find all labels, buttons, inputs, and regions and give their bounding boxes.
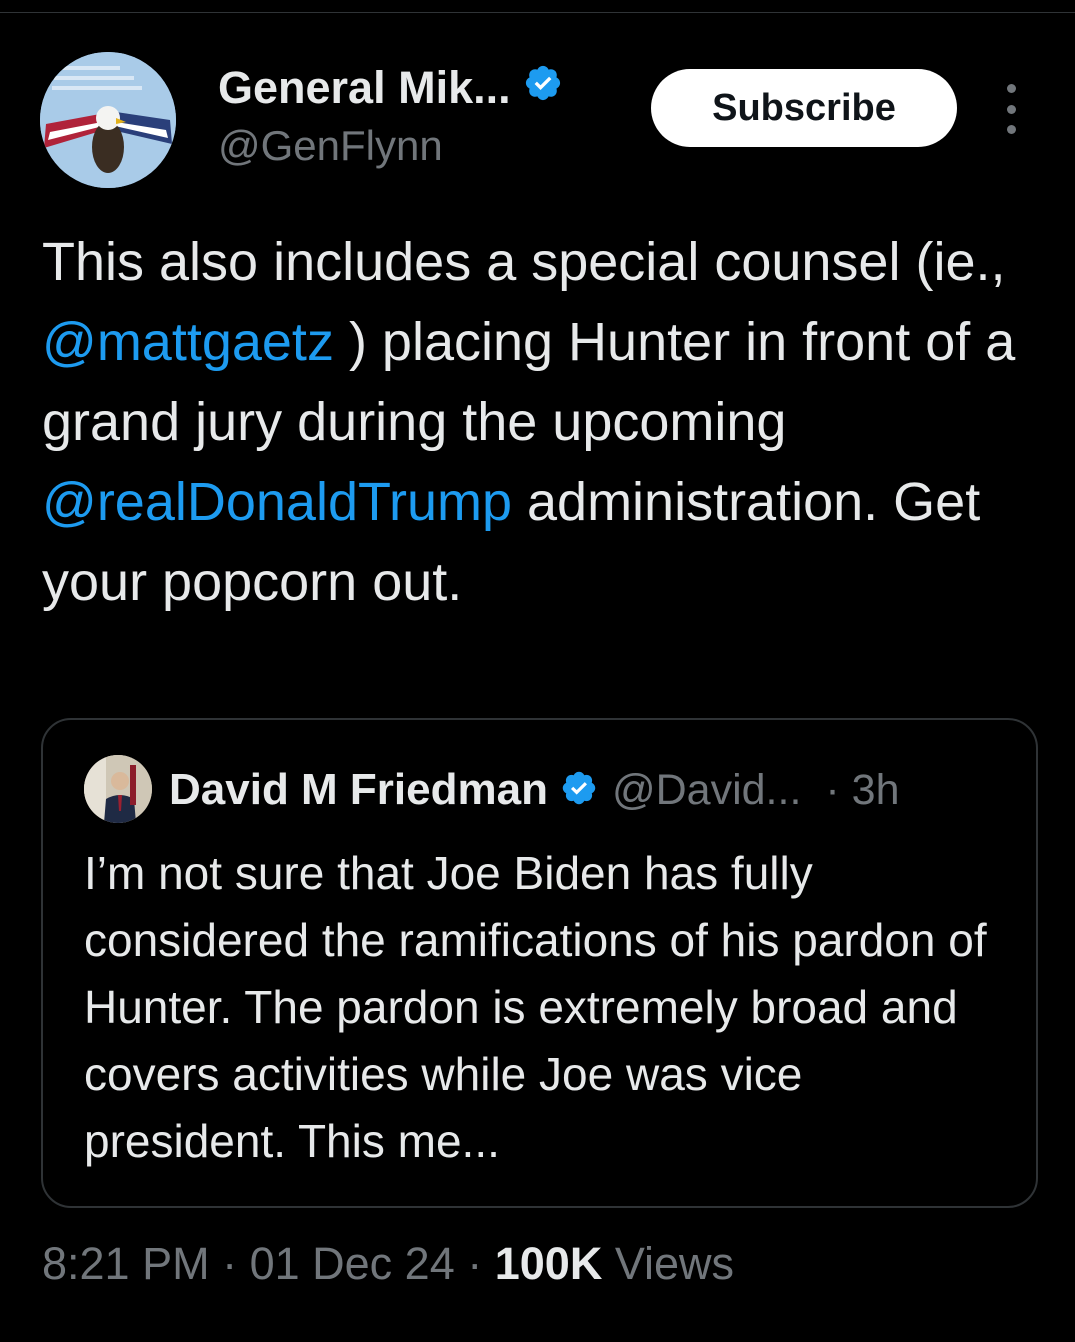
author-avatar[interactable]	[40, 52, 176, 188]
subscribe-button[interactable]: Subscribe	[651, 69, 957, 147]
quoted-post-time[interactable]: · 3h	[825, 766, 899, 815]
meta-separator: ·	[209, 1238, 250, 1289]
mention-link[interactable]: @realDonaldTrump	[42, 472, 512, 532]
views-label: Views	[602, 1238, 735, 1289]
author-handle[interactable]: @GenFlynn	[218, 122, 443, 170]
post-time[interactable]: 8:21 PM	[42, 1238, 210, 1289]
more-vertical-icon[interactable]	[996, 84, 1026, 134]
quoted-author-photo	[84, 755, 152, 823]
post-date[interactable]: 01 Dec 24	[250, 1238, 455, 1289]
meta-separator: ·	[454, 1238, 495, 1289]
mention-link[interactable]: @mattgaetz	[42, 312, 334, 372]
quoted-author-name[interactable]: David M Friedman	[169, 765, 548, 815]
views-count[interactable]: 100K	[495, 1238, 603, 1289]
top-divider	[0, 12, 1075, 13]
tweet-text: This also includes a special counsel (ie…	[42, 222, 1052, 622]
author-name-text[interactable]: General Mik...	[218, 62, 511, 114]
quoted-post-card[interactable]: David M Friedman @David... · 3h I’m not …	[41, 718, 1038, 1208]
verified-badge-icon	[523, 62, 563, 114]
tweet-text-part: This also includes a special counsel (ie…	[42, 232, 1006, 292]
verified-badge-icon	[560, 769, 598, 812]
eagle-flag-avatar-image	[40, 52, 176, 188]
author-name[interactable]: General Mik...	[218, 62, 563, 114]
post-metadata: 8:21 PM · 01 Dec 24 · 100K Views	[42, 1238, 734, 1290]
quoted-post-header: David M Friedman @David... · 3h	[169, 762, 900, 818]
quoted-post-text: I’m not sure that Joe Biden has fully co…	[84, 847, 987, 1167]
quoted-author-avatar[interactable]	[84, 755, 152, 823]
quoted-author-handle[interactable]: @David...	[612, 766, 801, 815]
